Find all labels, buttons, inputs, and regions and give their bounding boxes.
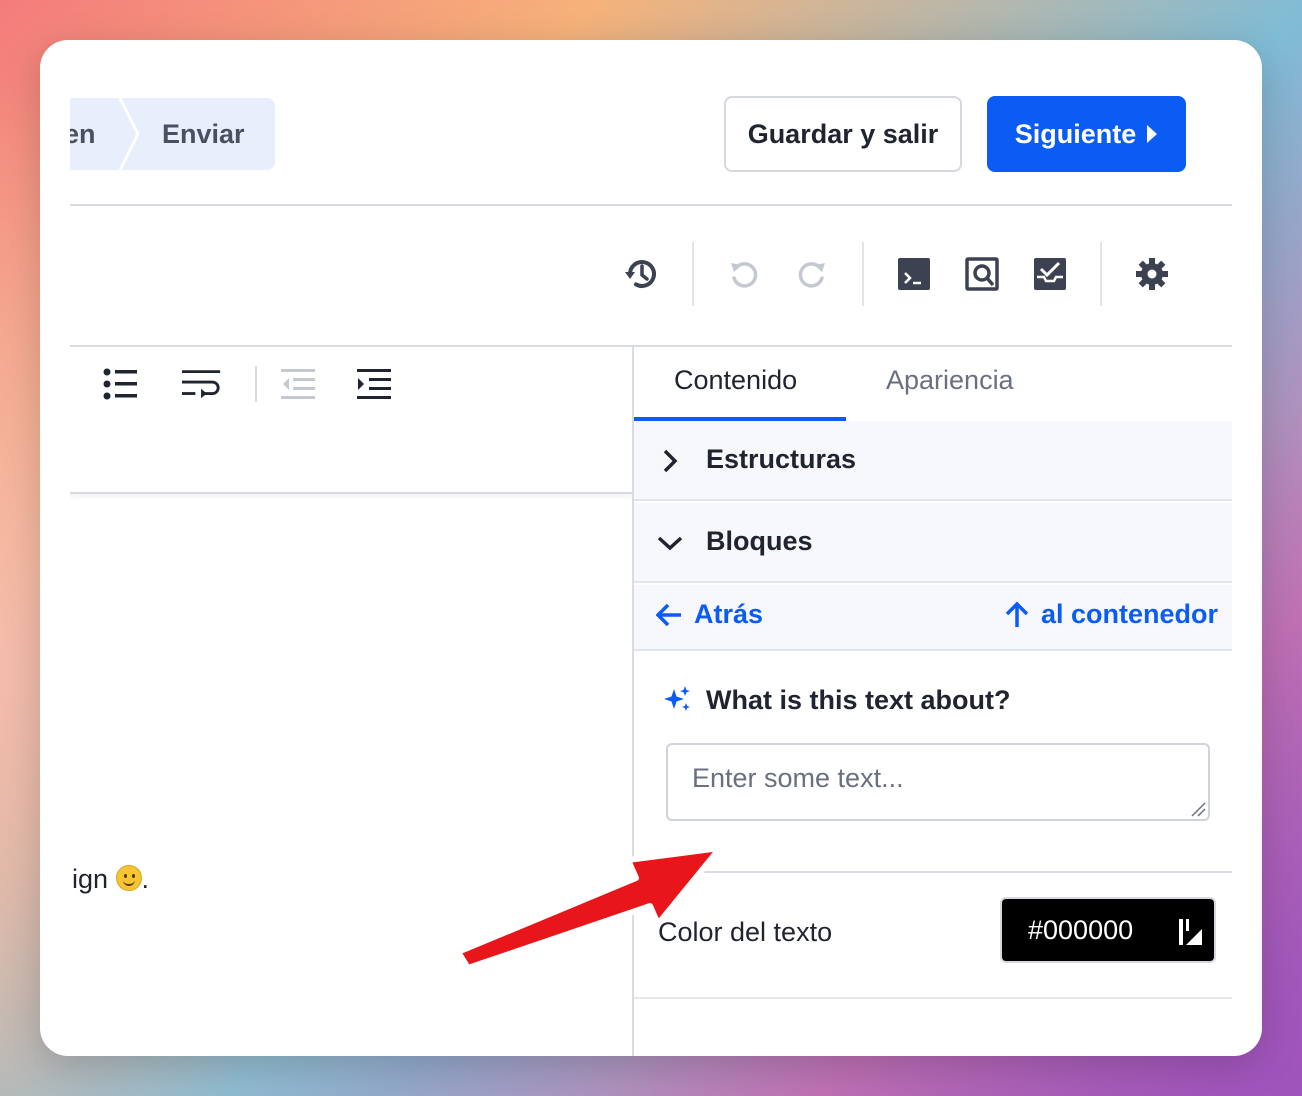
indent-button[interactable]: [354, 364, 394, 404]
undo-icon: [731, 262, 758, 288]
editor-toolbar-bottom: [70, 492, 632, 494]
sparkles-icon: [664, 686, 690, 711]
smiley-emoji-icon: [115, 865, 142, 891]
breadcrumb-separator: [118, 98, 140, 170]
indent-icon: [357, 369, 391, 399]
preview-button[interactable]: [962, 254, 1002, 294]
breadcrumb: en Enviar: [70, 98, 275, 170]
history-button[interactable]: [622, 254, 662, 294]
accordion-label: Estructuras: [706, 444, 857, 474]
text-color-picker[interactable]: #000000: [1000, 897, 1216, 963]
bullet-list-icon: [103, 368, 137, 400]
block-navigation: Atrás al contenedor: [634, 585, 1232, 651]
accordion-bloques[interactable]: Bloques: [634, 503, 1232, 583]
app-content: en Enviar Guardar y salir Siguiente ign …: [70, 40, 1232, 1056]
tab-apariencia[interactable]: Apariencia: [886, 365, 1014, 396]
settings-button[interactable]: [1132, 254, 1172, 294]
section-divider: [634, 997, 1232, 999]
outdent-icon: [281, 369, 315, 399]
accordion-label: Bloques: [706, 526, 813, 556]
ai-topic-input[interactable]: [666, 743, 1210, 821]
chevron-right-icon: [663, 449, 678, 473]
editor-toolbar-separator: [255, 366, 257, 402]
editor-text-end: .: [141, 864, 150, 894]
tab-contenido[interactable]: Contenido: [674, 365, 797, 396]
code-view-button[interactable]: [894, 254, 934, 294]
arrow-left-icon: [656, 603, 681, 626]
breadcrumb-step-current[interactable]: Enviar: [162, 119, 245, 150]
inbox-check-icon: [1034, 258, 1066, 290]
history-icon: [625, 260, 656, 288]
annotation-arrow-icon: [455, 845, 723, 971]
editor-text-line[interactable]: ign .: [72, 864, 149, 895]
next-button[interactable]: Siguiente: [987, 96, 1186, 172]
up-link-label: al contenedor: [1040, 599, 1218, 629]
back-link-label: Atrás: [694, 599, 764, 629]
preview-icon: [965, 257, 999, 291]
outdent-button[interactable]: [278, 364, 318, 404]
toolbar-separator: [1100, 242, 1102, 306]
bullet-list-button[interactable]: [100, 364, 140, 404]
test-send-button[interactable]: [1030, 254, 1070, 294]
app-window: en Enviar Guardar y salir Siguiente ign …: [40, 40, 1262, 1056]
wrap-icon: [182, 370, 221, 399]
redo-icon: [798, 262, 825, 288]
caret-right-icon: [1147, 125, 1158, 143]
toolbar-separator: [692, 242, 694, 306]
chevron-down-icon: [657, 536, 683, 551]
redo-button[interactable]: [792, 254, 832, 294]
gear-icon: [1136, 258, 1168, 290]
ai-prompt-label: What is this text about?: [706, 685, 1011, 715]
back-link[interactable]: Atrás: [656, 599, 763, 630]
code-icon: [898, 258, 930, 290]
accordion-estructuras[interactable]: Estructuras: [634, 421, 1232, 501]
header-divider: [70, 204, 1232, 206]
resize-handle-icon[interactable]: [1190, 801, 1206, 817]
next-button-label: Siguiente: [1014, 118, 1137, 149]
text-color-value: #000000: [1028, 914, 1134, 945]
color-picker-icon: [1179, 919, 1202, 945]
toolbar-separator: [862, 242, 864, 306]
undo-button[interactable]: [724, 254, 764, 294]
up-to-container-link[interactable]: al contenedor: [1005, 599, 1218, 630]
save-exit-button[interactable]: Guardar y salir: [724, 96, 962, 172]
arrow-up-icon: [1005, 601, 1029, 627]
wrap-text-button[interactable]: [182, 364, 222, 404]
breadcrumb-step-prev[interactable]: en: [70, 119, 96, 150]
editor-text: ign: [72, 864, 116, 894]
